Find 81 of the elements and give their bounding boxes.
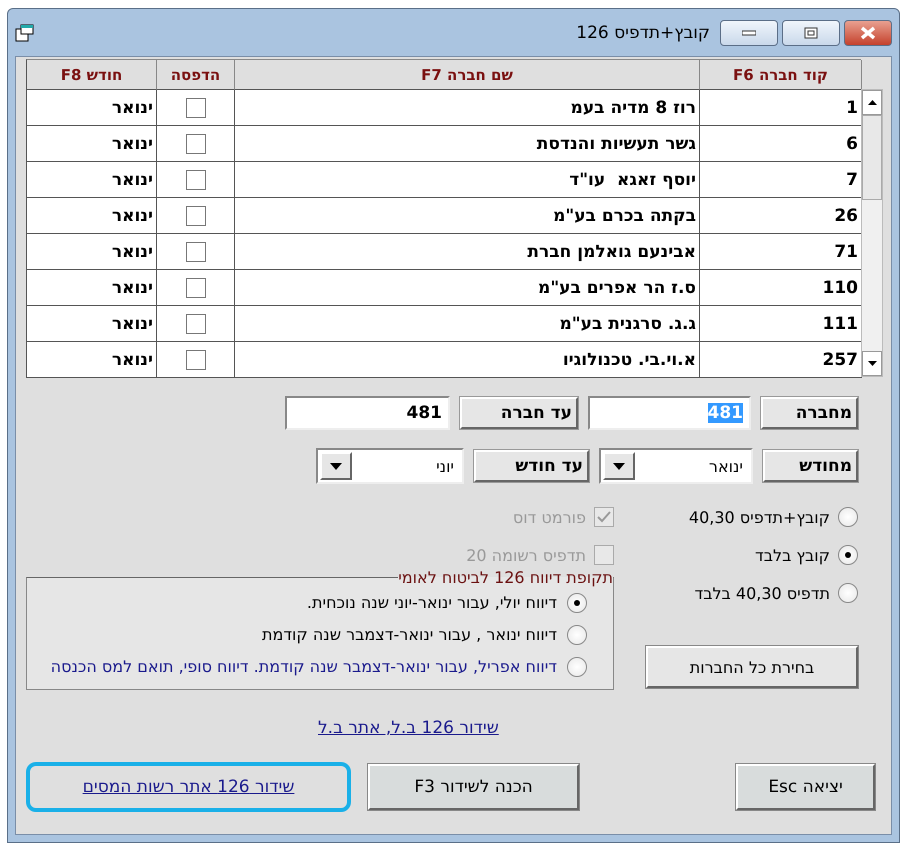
scroll-down-button[interactable] <box>862 351 882 376</box>
caret-down-icon <box>613 462 625 470</box>
nii-upload-link[interactable]: שידור 126 ב.ל, אתר ב.ל <box>318 718 499 738</box>
minimize-icon <box>742 30 756 36</box>
prepare-upload-button[interactable]: הכנה לשידור F3 <box>368 764 580 810</box>
range-label[interactable]: מחברה <box>761 397 858 429</box>
scroll-thumb[interactable] <box>862 115 882 200</box>
table-cell: ינואר <box>27 126 157 162</box>
table-cell: ס.ז הר אפרים בע"מ <box>235 270 700 306</box>
print-checkbox[interactable] <box>186 206 206 226</box>
option-label: דיווח אפריל, עבור ינואר-דצמבר שנה קודמת. דיווח סופי, תואם למס הכנסה <box>50 657 557 677</box>
table-cell: בקתה בכרם בע"מ <box>235 198 700 234</box>
print-checkbox[interactable] <box>186 242 206 262</box>
range-label[interactable]: עד חברה <box>460 397 578 429</box>
option-label: דיווח יולי, עבור ינואר-יוני שנה נוכחית. <box>306 593 557 613</box>
table-cell: ינואר <box>27 90 157 126</box>
table-cell: 1 <box>700 90 862 126</box>
dropdown-button[interactable] <box>320 452 352 480</box>
close-button[interactable] <box>844 20 892 46</box>
table-cell: גשר תעשיות והנדסת <box>235 126 700 162</box>
month-dropdown[interactable]: ינואר <box>599 448 753 484</box>
option-label: קובץ+תדפיס 40,30 <box>688 508 830 526</box>
range-label[interactable]: עד חודש <box>474 450 589 482</box>
table-cell: ג.ג. סרגנית בע"מ <box>235 306 700 342</box>
exit-button[interactable]: יציאה Esc <box>736 764 875 810</box>
table-cell: ינואר <box>27 162 157 198</box>
scrollbar[interactable] <box>861 89 883 377</box>
scroll-up-button[interactable] <box>862 90 882 115</box>
table-cell: ינואר <box>27 234 157 270</box>
table-cell: 110 <box>700 270 862 306</box>
option-label: דיווח ינואר , עבור ינואר-דצמבר שנה קודמת <box>260 625 557 645</box>
table-cell: רוז 8 מדיה בעמ <box>235 90 700 126</box>
print-checkbox[interactable] <box>186 350 206 370</box>
company-input-field[interactable]: 481 <box>285 396 450 430</box>
table-cell: 257 <box>700 342 862 378</box>
option-label: תדפיס 40,30 בלבד <box>694 584 830 602</box>
tax-authority-link[interactable]: שידור 126 אתר רשות המסים <box>82 777 294 797</box>
table-cell: 26 <box>700 198 862 234</box>
table-cell: ינואר <box>27 342 157 378</box>
column-header[interactable]: קוד חברה F6 <box>700 60 862 90</box>
column-header[interactable]: הדפסה <box>157 60 235 90</box>
minimize-button[interactable] <box>720 20 778 46</box>
group-title: תקופת דיווח 126 לביטוח לאומי <box>398 568 613 587</box>
select-all-button[interactable]: בחירת כל החברות <box>646 646 858 688</box>
table-cell: יוסף זאגא עו"ד <box>235 162 700 198</box>
table-cell: ינואר <box>27 306 157 342</box>
checkbox-label: תדפיס רשומה 20 <box>466 546 586 564</box>
close-icon <box>860 26 876 40</box>
table-cell: 71 <box>700 234 862 270</box>
radio-button[interactable] <box>838 545 858 565</box>
print-checkbox[interactable] <box>186 98 206 118</box>
radio-button[interactable] <box>838 583 858 603</box>
month-dropdown[interactable]: יוני <box>316 448 464 484</box>
table-cell: א.וי.בי. טכנולוגיו <box>235 342 700 378</box>
print-checkbox[interactable] <box>186 314 206 334</box>
radio-button[interactable] <box>838 507 858 527</box>
maximize-icon <box>804 26 818 38</box>
dropdown-button[interactable] <box>603 452 635 480</box>
caret-down-icon <box>330 462 342 470</box>
caret-down-icon <box>868 361 876 366</box>
radio-button[interactable] <box>567 625 587 645</box>
caret-up-icon <box>868 100 876 105</box>
table-cell: אבינעם גואלמן חברת <box>235 234 700 270</box>
table-cell: ינואר <box>27 270 157 306</box>
print-checkbox[interactable] <box>186 134 206 154</box>
app-icon <box>15 24 35 42</box>
radio-button[interactable] <box>567 593 587 613</box>
table-cell: 111 <box>700 306 862 342</box>
column-header[interactable]: שם חברה F7 <box>235 60 700 90</box>
table-cell: 6 <box>700 126 862 162</box>
window-title: קובץ+תדפיס 126 <box>576 22 710 42</box>
table-cell: ינואר <box>27 198 157 234</box>
checkbox-label: פורמט דוס <box>512 508 586 526</box>
print-checkbox[interactable] <box>186 170 206 190</box>
range-label[interactable]: מחודש <box>763 450 858 482</box>
column-header[interactable]: חודש F8 <box>27 60 157 90</box>
print-checkbox[interactable] <box>186 278 206 298</box>
maximize-button[interactable] <box>782 20 840 46</box>
radio-button[interactable] <box>567 657 587 677</box>
option-label: קובץ בלבד <box>754 546 830 564</box>
table-cell: 7 <box>700 162 862 198</box>
